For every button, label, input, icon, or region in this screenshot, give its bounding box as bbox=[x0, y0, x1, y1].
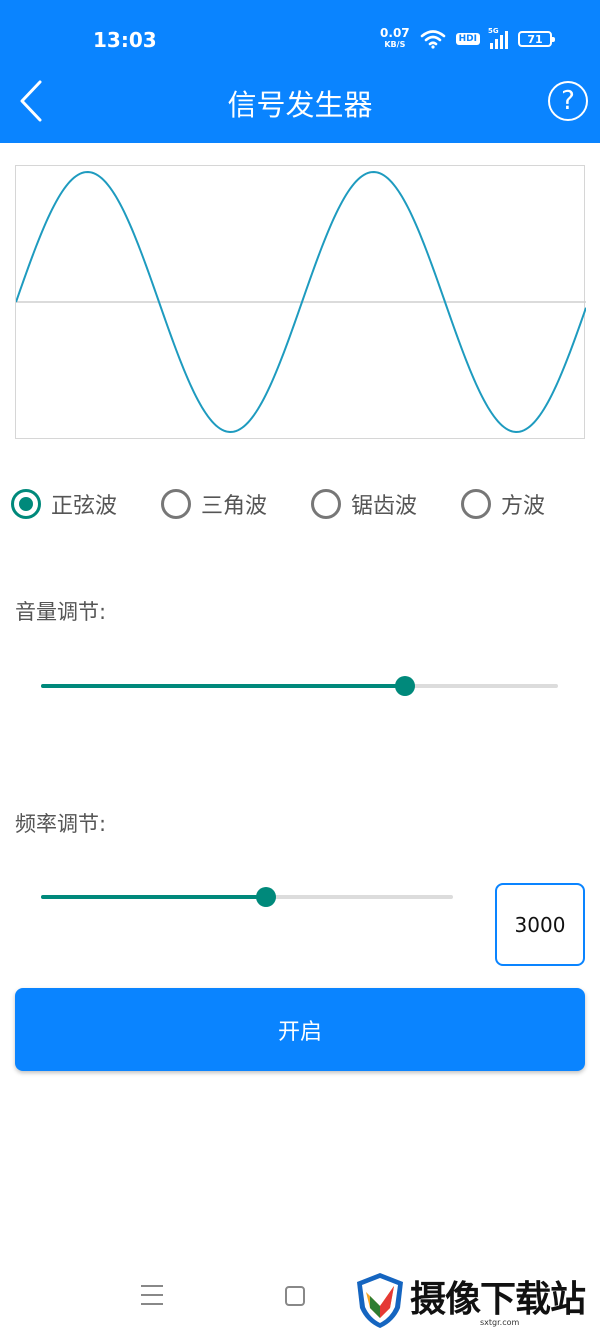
radio-label: 锯齿波 bbox=[351, 494, 418, 519]
net-speed-value: 0.07 bbox=[380, 26, 410, 40]
slider-thumb[interactable] bbox=[255, 887, 276, 907]
home-icon[interactable] bbox=[285, 1286, 305, 1306]
waveform-svg bbox=[16, 171, 586, 433]
help-icon: ? bbox=[561, 86, 575, 116]
wifi-icon bbox=[420, 30, 445, 49]
radio-triangle[interactable]: 三角波 bbox=[161, 484, 267, 524]
radio-circle bbox=[461, 489, 491, 519]
slider-thumb[interactable] bbox=[395, 676, 416, 696]
status-time: 13:03 bbox=[93, 28, 157, 52]
signal-tag: 5G bbox=[488, 27, 499, 35]
slider-fill bbox=[41, 895, 266, 899]
radio-label: 正弦波 bbox=[51, 494, 118, 519]
slider-fill bbox=[41, 684, 406, 688]
watermark-sub: sxtgr.com bbox=[480, 1318, 520, 1327]
radio-sine[interactable]: 正弦波 bbox=[11, 484, 117, 524]
radio-square[interactable]: 方波 bbox=[461, 484, 545, 524]
wave-type-group: 正弦波 三角波 锯齿波 方波 bbox=[0, 484, 600, 524]
radio-circle bbox=[11, 489, 41, 519]
radio-label: 三角波 bbox=[201, 494, 268, 519]
frequency-label: 频率调节: bbox=[15, 812, 107, 836]
frequency-slider[interactable] bbox=[41, 885, 453, 909]
watermark-text: 摄像下载站 bbox=[410, 1278, 586, 1320]
battery-icon: 71 bbox=[518, 31, 555, 47]
net-speed: 0.07 KB/S bbox=[380, 26, 410, 50]
radio-circle bbox=[311, 489, 341, 519]
status-icons: 0.07 KB/S HDI 5G 71 bbox=[380, 26, 555, 52]
radio-label: 方波 bbox=[501, 494, 546, 519]
waveform-display bbox=[15, 165, 586, 439]
volume-slider[interactable] bbox=[41, 674, 558, 698]
volume-label: 音量调节: bbox=[15, 600, 107, 624]
radio-circle bbox=[161, 489, 191, 519]
signal-icon: 5G bbox=[488, 27, 508, 49]
hd-badge: HDI bbox=[455, 33, 480, 45]
net-speed-unit: KB/S bbox=[384, 40, 406, 49]
battery-level: 71 bbox=[527, 32, 543, 46]
menu-icon[interactable] bbox=[141, 1285, 163, 1307]
start-button[interactable]: 开启 bbox=[15, 988, 585, 1071]
watermark: 摄像下载站 sxtgr.com bbox=[352, 1268, 600, 1333]
app-bar: 13:03 0.07 KB/S HDI 5G 71 信号发生器 ? bbox=[0, 0, 600, 143]
radio-sawtooth[interactable]: 锯齿波 bbox=[311, 484, 417, 524]
watermark-logo bbox=[357, 1273, 403, 1328]
page-title: 信号发生器 bbox=[227, 88, 373, 122]
frequency-input[interactable]: 3000 bbox=[495, 883, 585, 966]
help-button[interactable]: ? bbox=[548, 81, 588, 121]
